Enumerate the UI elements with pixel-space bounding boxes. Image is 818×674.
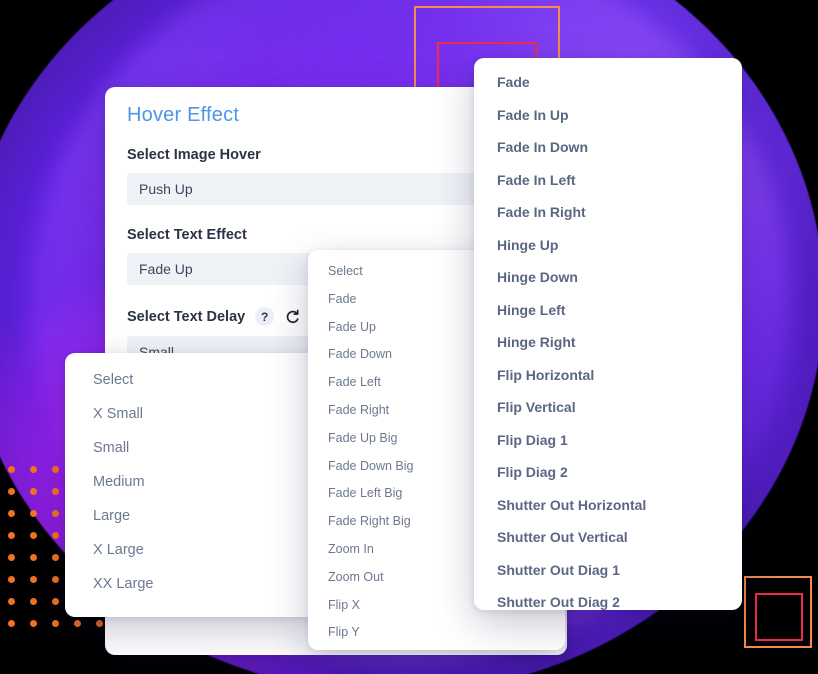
decor-dot	[30, 532, 37, 539]
field-label-text: Select Image Hover	[127, 147, 261, 163]
image-hover-option-item[interactable]: Shutter Out Vertical	[474, 521, 742, 554]
image-hover-dropdown[interactable]: Fade Fade In Up Fade In Down Fade In Left Fa…	[474, 58, 742, 610]
text-delay-option-item[interactable]: Large	[65, 499, 317, 533]
image-hover-option-item[interactable]: Shutter Out Horizontal	[474, 489, 742, 522]
text-effect-option-item[interactable]: Flip Y	[308, 619, 565, 647]
image-hover-option-item[interactable]: Fade In Left	[474, 164, 742, 197]
image-hover-option-item[interactable]: Shutter Out Diag 2	[474, 586, 742, 610]
screenshot-root: Hover Effect Select Image Hover Push Up	[0, 0, 818, 674]
text-delay-option-item[interactable]: X Small	[65, 397, 317, 431]
decor-dot	[8, 554, 15, 561]
image-hover-option-item[interactable]: Fade	[474, 66, 742, 99]
decor-dot	[52, 466, 59, 473]
text-delay-dropdown[interactable]: Select X Small Small Medium Large X Large XX L…	[65, 353, 317, 617]
decor-dot	[8, 488, 15, 495]
image-hover-option-item[interactable]: Flip Diag 2	[474, 456, 742, 489]
select-image-hover-value: Push Up	[139, 181, 193, 197]
image-hover-option-item[interactable]: Hinge Up	[474, 229, 742, 262]
decor-dot	[8, 598, 15, 605]
reset-arrow-icon[interactable]	[284, 308, 302, 326]
decor-dot	[8, 620, 15, 627]
decor-dot	[74, 620, 81, 627]
decor-dot	[8, 576, 15, 583]
field-label-text: Select Text Delay	[127, 308, 246, 325]
decor-dot	[8, 466, 15, 473]
decor-dot	[52, 598, 59, 605]
decor-dot	[8, 532, 15, 539]
decor-dot	[52, 510, 59, 517]
decor-dot	[30, 620, 37, 627]
decor-dot	[30, 488, 37, 495]
image-hover-option-item[interactable]: Fade In Right	[474, 196, 742, 229]
decor-dot	[52, 620, 59, 627]
text-delay-option-item[interactable]: XX Large	[65, 567, 317, 601]
text-delay-option-item[interactable]: X Large	[65, 533, 317, 567]
select-text-effect-value: Fade Up	[139, 261, 193, 277]
text-delay-option-item[interactable]: Small	[65, 431, 317, 465]
decor-dot	[30, 554, 37, 561]
decor-dot	[52, 554, 59, 561]
decor-dot	[30, 510, 37, 517]
field-label-text: Select Text Effect	[127, 227, 247, 243]
decor-dot	[30, 466, 37, 473]
image-hover-option-item[interactable]: Flip Vertical	[474, 391, 742, 424]
decor-dot	[30, 576, 37, 583]
help-icon[interactable]: ?	[255, 307, 275, 326]
decor-square-red-bottom	[755, 593, 803, 641]
image-hover-option-item[interactable]: Shutter Out Diag 1	[474, 554, 742, 587]
decor-dot	[30, 598, 37, 605]
image-hover-option-item[interactable]: Flip Diag 1	[474, 424, 742, 457]
page-title: Hover Effect	[127, 103, 240, 126]
decor-dot	[52, 488, 59, 495]
decor-dot	[52, 532, 59, 539]
decor-dot	[52, 576, 59, 583]
decor-dot	[8, 510, 15, 517]
image-hover-option-item[interactable]: Hinge Right	[474, 326, 742, 359]
decor-dot	[96, 620, 103, 627]
text-delay-option-item[interactable]: Medium	[65, 465, 317, 499]
image-hover-option-item[interactable]: Flip Horizontal	[474, 359, 742, 392]
text-delay-option-item[interactable]: Select	[65, 363, 317, 397]
image-hover-option-item[interactable]: Fade In Down	[474, 131, 742, 164]
image-hover-option-item[interactable]: Hinge Left	[474, 294, 742, 327]
image-hover-option-item[interactable]: Fade In Up	[474, 99, 742, 132]
image-hover-option-item[interactable]: Hinge Down	[474, 261, 742, 294]
